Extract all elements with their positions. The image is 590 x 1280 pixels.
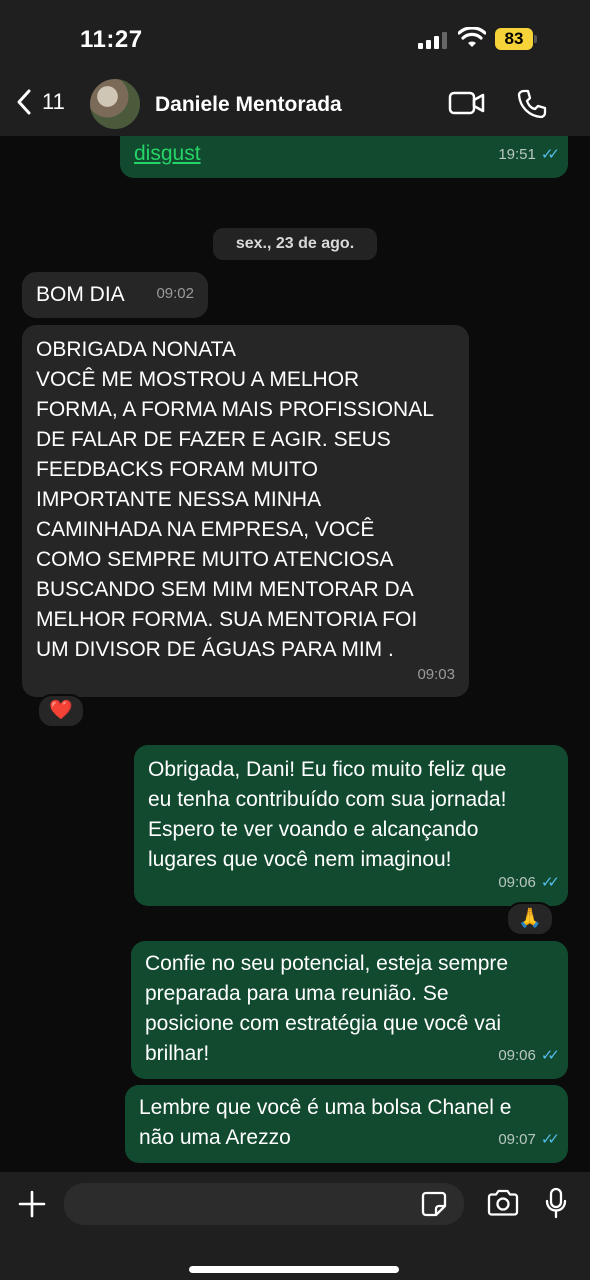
message-line: Confie no seu potencial, esteja sempre: [145, 952, 509, 975]
message-time: 19:51: [498, 146, 536, 163]
composer-bar: [0, 1172, 590, 1280]
home-indicator: [189, 1266, 399, 1273]
chat-header: 11 Daniele Mentorada: [0, 78, 590, 136]
battery-icon: 83: [495, 28, 533, 50]
message-meta: 09:02: [156, 279, 194, 309]
message-time: 09:06: [498, 1047, 536, 1064]
status-time: 11:27: [80, 26, 143, 53]
message-meta: 09:07 ✓✓: [498, 1125, 560, 1155]
back-button[interactable]: 11: [16, 88, 65, 116]
message-time: 09:03: [417, 666, 455, 683]
message-line: posicione com estratégia que você vai: [145, 1012, 502, 1035]
contact-name[interactable]: Daniele Mentorada: [155, 93, 342, 117]
avatar[interactable]: [90, 79, 140, 129]
chevron-left-icon: [17, 89, 31, 115]
status-bar: 11:27 83: [0, 0, 590, 78]
message-line: COMO SEMPRE MUITO ATENCIOSA: [36, 548, 394, 571]
message-meta: 09:06 ✓✓: [498, 868, 560, 898]
message-line: lugares que você nem imaginou!: [148, 848, 452, 871]
heart-reaction[interactable]: ❤️: [37, 694, 85, 728]
message-bubble-outgoing[interactable]: Obrigada, Dani! Eu fico muito feliz que …: [134, 745, 568, 906]
message-meta: 19:51 ✓✓: [498, 140, 560, 170]
message-line: não uma Arezzo: [139, 1126, 291, 1149]
date-divider: sex., 23 de ago.: [213, 228, 377, 260]
wifi-icon: [458, 27, 486, 47]
message-link-text[interactable]: disgust: [134, 139, 201, 169]
message-line: UM DIVISOR DE ÁGUAS PARA MIM .: [36, 638, 394, 661]
message-line: MELHOR FORMA. SUA MENTORIA FOI: [36, 608, 418, 631]
message-bubble-incoming[interactable]: OBRIGADA NONATA VOCÊ ME MOSTROU A MELHOR…: [22, 325, 469, 697]
message-line: preparada para uma reunião. Se: [145, 982, 449, 1005]
message-line: brilhar!: [145, 1042, 210, 1065]
double-check-icon: ✓✓: [540, 1131, 560, 1148]
message-line: eu tenha contribuído com sua jornada!: [148, 788, 507, 811]
phone-icon[interactable]: [516, 88, 548, 120]
message-meta: 09:06 ✓✓: [498, 1041, 560, 1071]
message-time: 09:02: [156, 285, 194, 302]
message-text: BOM DIA: [36, 283, 125, 306]
chat-area[interactable]: disgust 19:51 ✓✓ sex., 23 de ago. BOM DI…: [0, 136, 590, 1172]
message-line: VOCÊ ME MOSTROU A MELHOR: [36, 368, 360, 391]
sticker-icon[interactable]: [421, 1191, 447, 1217]
camera-icon[interactable]: [486, 1189, 520, 1217]
message-line: Espero te ver voando e alcançando: [148, 818, 479, 841]
message-line: Obrigada, Dani! Eu fico muito feliz que: [148, 758, 507, 781]
message-bubble-incoming[interactable]: BOM DIA 09:02: [22, 272, 208, 318]
message-text: Confie no seu potencial, esteja sempre p…: [145, 949, 508, 1069]
video-camera-icon[interactable]: [448, 90, 486, 116]
double-check-icon: ✓✓: [540, 146, 560, 163]
message-line: BUSCANDO SEM MIM MENTORAR DA: [36, 578, 414, 601]
message-input[interactable]: [64, 1183, 464, 1225]
message-time: 09:07: [498, 1131, 536, 1148]
double-check-icon: ✓✓: [540, 874, 560, 891]
message-bubble-outgoing[interactable]: Confie no seu potencial, esteja sempre p…: [131, 941, 568, 1079]
message-text: Lembre que você é uma bolsa Chanel e não…: [139, 1093, 511, 1153]
pray-reaction[interactable]: 🙏: [506, 902, 554, 936]
battery-tip: [534, 35, 537, 43]
message-meta: 09:03: [417, 660, 455, 690]
unread-count: 11: [42, 89, 65, 114]
plus-icon[interactable]: [17, 1189, 47, 1219]
message-line: OBRIGADA NONATA: [36, 338, 236, 361]
message-line: FORMA, A FORMA MAIS PROFISSIONAL: [36, 398, 434, 421]
message-line: IMPORTANTE NESSA MINHA: [36, 488, 322, 511]
microphone-icon[interactable]: [545, 1187, 567, 1219]
message-line: Lembre que você é uma bolsa Chanel e: [139, 1096, 512, 1119]
message-time: 09:06: [498, 874, 536, 891]
double-check-icon: ✓✓: [540, 1047, 560, 1064]
message-text: OBRIGADA NONATA VOCÊ ME MOSTROU A MELHOR…: [36, 335, 434, 665]
message-line: CAMINHADA NA EMPRESA, VOCÊ: [36, 518, 375, 541]
message-bubble-outgoing[interactable]: disgust 19:51 ✓✓: [120, 136, 568, 178]
message-bubble-outgoing[interactable]: Lembre que você é uma bolsa Chanel e não…: [125, 1085, 568, 1163]
message-line: DE FALAR DE FAZER E AGIR. SEUS: [36, 428, 391, 451]
message-text: Obrigada, Dani! Eu fico muito feliz que …: [148, 755, 506, 875]
message-line: FEEDBACKS FORAM MUITO: [36, 458, 318, 481]
cellular-signal-icon: [418, 31, 447, 49]
